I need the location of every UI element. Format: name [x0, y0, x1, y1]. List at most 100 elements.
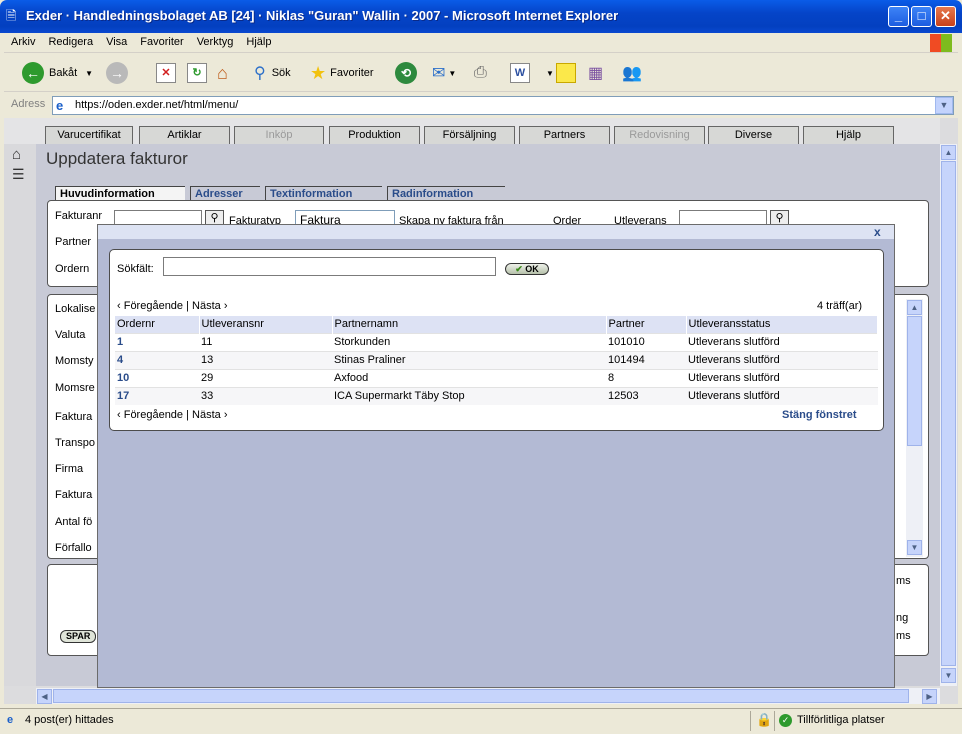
ordernr-link[interactable]: 10 — [115, 368, 199, 387]
favorites-button[interactable]: ★ Favoriter — [310, 62, 374, 84]
search-label: Sök — [271, 67, 291, 79]
history-button[interactable]: ⟲ — [395, 62, 417, 84]
lock-icon: 🔒 — [756, 712, 773, 727]
column-header[interactable]: Partnernamn — [332, 316, 607, 333]
close-button[interactable]: ✕ — [935, 6, 956, 27]
table-row[interactable]: 10 29 Axfood 8 Utleverans slutförd — [115, 368, 878, 387]
next-link[interactable]: Nästa › — [192, 409, 227, 421]
ordernr-link[interactable]: 1 — [115, 332, 199, 351]
nav-tab-hjalp[interactable]: Hjälp — [803, 126, 894, 144]
prev-link[interactable]: ‹ Föregående — [117, 409, 183, 421]
favorites-label: Favoriter — [330, 67, 374, 79]
divider — [774, 711, 775, 731]
messenger-button[interactable]: 👥 — [622, 62, 642, 84]
pagination-separator: | — [186, 409, 189, 421]
tab-huvudinformation[interactable]: Huvudinformation — [55, 186, 185, 201]
tab-textinformation[interactable]: Textinformation — [265, 186, 382, 201]
ie-logo-icon: e — [56, 98, 64, 113]
address-url: https://oden.exder.net/html/menu/ — [75, 99, 239, 111]
nav-tab-diverse[interactable]: Diverse — [708, 126, 799, 144]
table-row[interactable]: 4 13 Stinas Praliner 101494 Utleverans s… — [115, 350, 878, 369]
nav-tab-partners[interactable]: Partners — [519, 126, 610, 144]
note-icon — [556, 63, 576, 83]
status-bar: e 4 post(er) hittades 🔒 ✓ Tillförlitliga… — [0, 708, 962, 734]
next-link[interactable]: Nästa › — [192, 300, 227, 312]
home-icon[interactable]: ⌂ — [12, 146, 21, 163]
scroll-up-icon[interactable]: ▲ — [907, 300, 922, 315]
field-label: Firma — [55, 463, 84, 475]
scroll-thumb[interactable] — [907, 316, 922, 446]
column-header[interactable]: Ordernr — [115, 316, 200, 333]
maximize-button[interactable]: □ — [911, 6, 932, 27]
print-button[interactable]: ⎙ — [474, 62, 487, 84]
star-icon: ★ — [310, 62, 327, 83]
windows-logo-icon — [930, 34, 952, 52]
history-icon: ⟲ — [395, 62, 417, 84]
table-cell: 13 — [199, 350, 332, 369]
tab-adresser[interactable]: Adresser — [190, 186, 260, 201]
scroll-thumb[interactable] — [941, 161, 956, 666]
window-title-bar[interactable]: 🗎 Exder · Handledningsbolaget AB [24] · … — [0, 0, 962, 33]
menu-favoriter[interactable]: Favoriter — [133, 33, 189, 48]
forward-button[interactable]: → — [106, 62, 128, 84]
minimize-button[interactable]: _ — [888, 6, 909, 27]
notes-button[interactable] — [556, 62, 576, 84]
field-label: Antal fö — [55, 516, 93, 528]
table-row[interactable]: 1 11 Storkunden 101010 Utleverans slutfö… — [115, 332, 878, 351]
menu-hjalp[interactable]: Hjälp — [239, 33, 277, 48]
pagination-bottom: ‹ Föregående | Nästa › — [117, 409, 228, 421]
search-input[interactable] — [163, 257, 496, 276]
ordernr-link[interactable]: 17 — [115, 386, 199, 405]
address-input[interactable]: e https://oden.exder.net/html/menu/ — [52, 96, 954, 115]
table-cell: 33 — [199, 386, 332, 405]
scroll-down-icon[interactable]: ▼ — [941, 668, 956, 683]
nav-tab-produktion[interactable]: Produktion — [329, 126, 420, 144]
list-icon[interactable]: ☰ — [12, 166, 25, 183]
refresh-button[interactable]: ↻ — [187, 62, 207, 84]
table-cell: 8 — [606, 368, 686, 387]
right-label: ms — [896, 630, 911, 642]
scroll-left-icon[interactable]: ◀ — [37, 689, 52, 704]
column-header[interactable]: Utleveransnr — [199, 316, 333, 333]
chevron-down-icon[interactable]: ▼ — [85, 69, 93, 78]
column-header[interactable]: Partner — [606, 316, 687, 333]
research-button[interactable]: ▦ — [588, 62, 603, 84]
nav-tab-artiklar[interactable]: Artiklar — [139, 126, 230, 144]
mail-button[interactable]: ✉ ▼ — [432, 62, 456, 84]
scroll-down-icon[interactable]: ▼ — [907, 540, 922, 555]
menu-arkiv[interactable]: Arkiv — [4, 33, 41, 48]
search-button[interactable]: ⚲ Sök — [254, 62, 291, 84]
prev-link[interactable]: ‹ Föregående — [117, 300, 183, 312]
close-window-link[interactable]: Stäng fönstret — [782, 409, 857, 421]
nav-tab-varucertifikat[interactable]: Varucertifikat — [45, 126, 133, 144]
edit-button[interactable]: W ▼ — [510, 62, 554, 84]
save-button[interactable]: SPAR — [60, 630, 97, 643]
modal-close-button[interactable]: x — [874, 225, 881, 239]
ordernr-link[interactable]: 4 — [115, 350, 199, 369]
page-horizontal-scrollbar[interactable]: ◀ ▶ — [36, 688, 940, 704]
scroll-right-icon[interactable]: ▶ — [922, 689, 937, 704]
scroll-up-icon[interactable]: ▲ — [941, 145, 956, 160]
messenger-icon: 👥 — [622, 65, 642, 82]
column-header[interactable]: Utleveransstatus — [686, 316, 878, 333]
results-table: Ordernr Utleveransnr Partnernamn Partner… — [115, 316, 878, 405]
tab-radinformation[interactable]: Radinformation — [387, 186, 505, 201]
search-field-label: Sökfält: — [117, 263, 154, 275]
table-cell: Axfood — [332, 368, 606, 387]
page-vertical-scrollbar[interactable]: ▲ ▼ — [940, 144, 957, 686]
home-button[interactable]: ⌂ — [217, 62, 228, 84]
table-row[interactable]: 17 33 ICA Supermarkt Täby Stop 12503 Utl… — [115, 386, 878, 405]
scroll-thumb[interactable] — [53, 689, 909, 703]
hit-count: 4 träff(ar) — [817, 300, 863, 312]
address-dropdown-button[interactable]: ▼ — [935, 97, 953, 114]
menu-visa[interactable]: Visa — [99, 33, 133, 48]
menu-verktyg[interactable]: Verktyg — [190, 33, 240, 48]
back-button[interactable]: ← Bakåt ▼ — [22, 62, 93, 84]
ok-label: OK — [525, 264, 539, 274]
details-scrollbar[interactable]: ▲ ▼ — [906, 299, 923, 557]
table-cell: 29 — [199, 368, 332, 387]
stop-button[interactable]: ✕ — [156, 62, 176, 84]
ok-button[interactable]: ✔ OK — [505, 263, 549, 275]
menu-redigera[interactable]: Redigera — [41, 33, 99, 48]
nav-tab-forsaljning[interactable]: Försäljning — [424, 126, 515, 144]
